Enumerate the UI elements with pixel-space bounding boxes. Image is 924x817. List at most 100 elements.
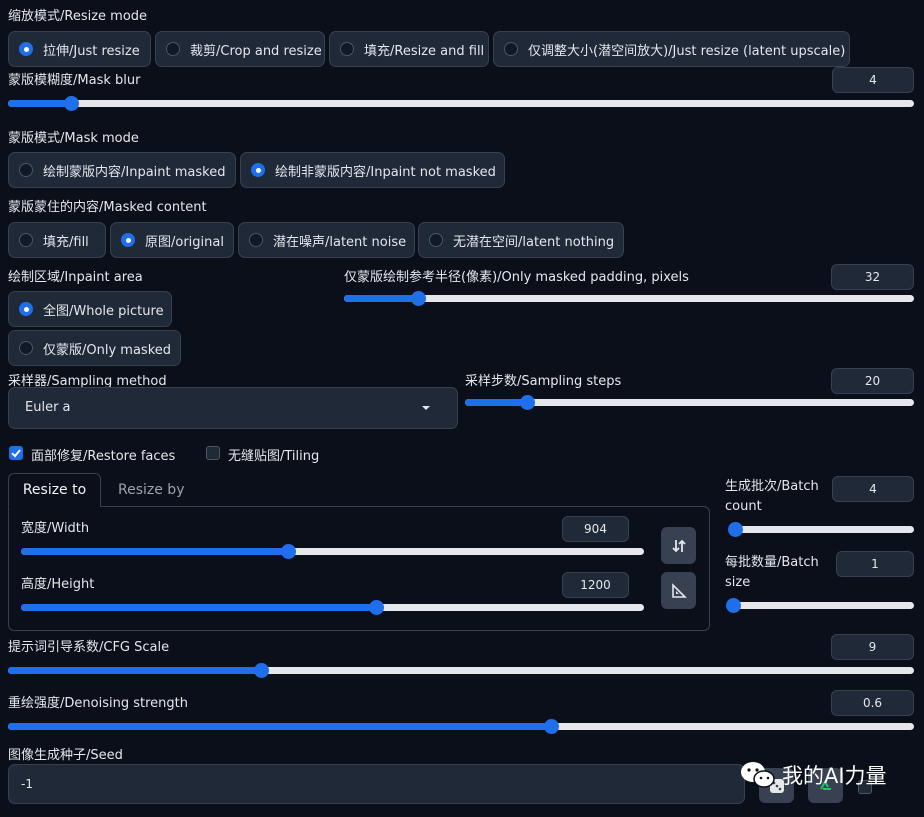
slider-thumb[interactable] (520, 395, 536, 410)
mask-blur-label: 蒙版模糊度/Mask blur (8, 73, 141, 88)
tab-resize-to[interactable]: Resize to (8, 473, 101, 507)
batch-size-number[interactable]: 1 (836, 551, 914, 577)
radio-original[interactable]: 原图/original (110, 222, 234, 258)
slider-fill (8, 667, 262, 674)
wechat-logo-icon (741, 762, 775, 788)
radio-just-resize[interactable]: 拉伸/Just resize (8, 31, 151, 67)
restore-faces-checkbox[interactable] (9, 446, 23, 460)
height-slider[interactable] (21, 600, 644, 615)
radio-latent-upscale[interactable]: 仅调整大小(潜空间放大)/Just resize (latent upscale… (493, 31, 850, 67)
slider-thumb[interactable] (728, 522, 744, 537)
radio-label: 绘制蒙版内容/Inpaint masked (43, 164, 226, 180)
resize-mode-label: 缩放模式/Resize mode (8, 9, 148, 24)
height-number[interactable]: 1200 (562, 572, 629, 598)
radio-label: 绘制非蒙版内容/Inpaint not masked (275, 164, 496, 180)
radio-label: 无潜在空间/latent nothing (453, 234, 615, 250)
radio-icon (19, 341, 33, 355)
set-square-icon (671, 582, 687, 598)
radio-selected-icon (19, 42, 33, 56)
radio-fill[interactable]: 填充/fill (8, 222, 106, 258)
denoise-number[interactable]: 0.6 (831, 690, 914, 716)
radio-label: 填充/Resize and fill (364, 43, 485, 59)
slider-fill (21, 548, 289, 555)
slider-fill (465, 399, 528, 406)
padding-number[interactable]: 32 (831, 264, 914, 290)
check-icon (11, 449, 21, 458)
seed-input[interactable]: -1 (8, 764, 745, 804)
radio-label: 仅调整大小(潜空间放大)/Just resize (latent upscale… (528, 43, 846, 59)
radio-crop-and-resize[interactable]: 裁剪/Crop and resize (155, 31, 325, 67)
steps-slider[interactable] (465, 395, 914, 410)
padding-label: 仅蒙版绘制参考半径(像素)/Only masked padding, pixel… (344, 270, 689, 285)
padding-slider[interactable] (344, 291, 914, 306)
radio-inpaint-not-masked[interactable]: 绘制非蒙版内容/Inpaint not masked (240, 152, 505, 188)
cfg-number[interactable]: 9 (831, 634, 914, 660)
mask-mode-label: 蒙版模式/Mask mode (8, 131, 139, 146)
inpaint-area-label: 绘制区域/Inpaint area (8, 270, 143, 285)
radio-label: 全图/Whole picture (43, 303, 164, 319)
radio-whole-picture[interactable]: 全图/Whole picture (8, 291, 172, 327)
radio-latent-nothing[interactable]: 无潜在空间/latent nothing (418, 222, 624, 258)
sampler-dropdown[interactable]: Euler a (8, 387, 458, 429)
batch-size-slider[interactable] (725, 598, 914, 613)
radio-icon (249, 233, 263, 247)
seed-value: -1 (21, 777, 33, 791)
tiling-checkbox[interactable] (206, 446, 220, 460)
swap-dimensions-button[interactable] (661, 527, 696, 564)
slider-thumb[interactable] (544, 719, 560, 734)
radio-inpaint-masked[interactable]: 绘制蒙版内容/Inpaint masked (8, 152, 236, 188)
slider-thumb[interactable] (254, 663, 270, 678)
radio-label: 仅蒙版/Only masked (43, 342, 172, 358)
batch-count-number[interactable]: 4 (832, 476, 914, 502)
radio-only-masked[interactable]: 仅蒙版/Only masked (8, 330, 181, 366)
radio-selected-icon (19, 302, 33, 316)
radio-label: 原图/original (145, 234, 224, 250)
radio-selected-icon (121, 233, 135, 247)
batch-size-label: 每批数量/Batch size (725, 553, 819, 593)
batch-count-label: 生成批次/Batch count (725, 477, 819, 517)
denoise-label: 重绘强度/Denoising strength (8, 696, 188, 711)
mask-blur-number[interactable]: 4 (832, 67, 914, 93)
aspect-ratio-button[interactable] (661, 572, 696, 609)
radio-icon (166, 42, 180, 56)
radio-icon (19, 163, 33, 177)
width-number[interactable]: 904 (562, 516, 629, 542)
radio-icon (340, 42, 354, 56)
radio-label: 填充/fill (43, 234, 89, 250)
watermark: 我的AI力量 (738, 759, 887, 791)
mask-blur-slider[interactable] (8, 96, 914, 111)
denoise-slider[interactable] (8, 719, 914, 734)
slider-thumb[interactable] (63, 96, 79, 111)
slider-thumb[interactable] (410, 291, 426, 306)
tiling-label: 无缝贴图/Tiling (228, 449, 320, 464)
radio-selected-icon (251, 163, 265, 177)
cfg-label: 提示词引导系数/CFG Scale (8, 640, 170, 655)
batch-count-slider[interactable] (728, 522, 914, 537)
watermark-text: 我的AI力量 (782, 764, 887, 788)
radio-label: 裁剪/Crop and resize (190, 43, 322, 59)
radio-label: 拉伸/Just resize (43, 43, 140, 59)
seed-label: 图像生成种子/Seed (8, 748, 123, 763)
masked-content-label: 蒙版蒙住的内容/Masked content (8, 200, 207, 215)
label-line: 每批数量/Batch (725, 555, 819, 570)
radio-icon (504, 42, 518, 56)
width-label: 宽度/Width (21, 521, 90, 536)
cfg-slider[interactable] (8, 663, 914, 678)
width-slider[interactable] (21, 544, 644, 559)
restore-faces-label: 面部修复/Restore faces (31, 449, 176, 464)
radio-icon (429, 233, 443, 247)
slider-thumb[interactable] (368, 600, 384, 615)
label-line: count (725, 499, 762, 514)
swap-arrows-icon (671, 539, 686, 552)
label-line: 生成批次/Batch (725, 479, 819, 494)
radio-resize-and-fill[interactable]: 填充/Resize and fill (329, 31, 489, 67)
chevron-down-icon (422, 406, 430, 410)
slider-fill (8, 723, 552, 730)
slider-thumb[interactable] (725, 598, 741, 613)
steps-number[interactable]: 20 (831, 368, 914, 394)
radio-latent-noise[interactable]: 潜在噪声/latent noise (238, 222, 415, 258)
height-label: 高度/Height (21, 577, 95, 592)
radio-label: 潜在噪声/latent noise (273, 234, 407, 250)
steps-label: 采样步数/Sampling steps (465, 374, 622, 389)
tab-resize-by[interactable]: Resize by (118, 482, 184, 498)
